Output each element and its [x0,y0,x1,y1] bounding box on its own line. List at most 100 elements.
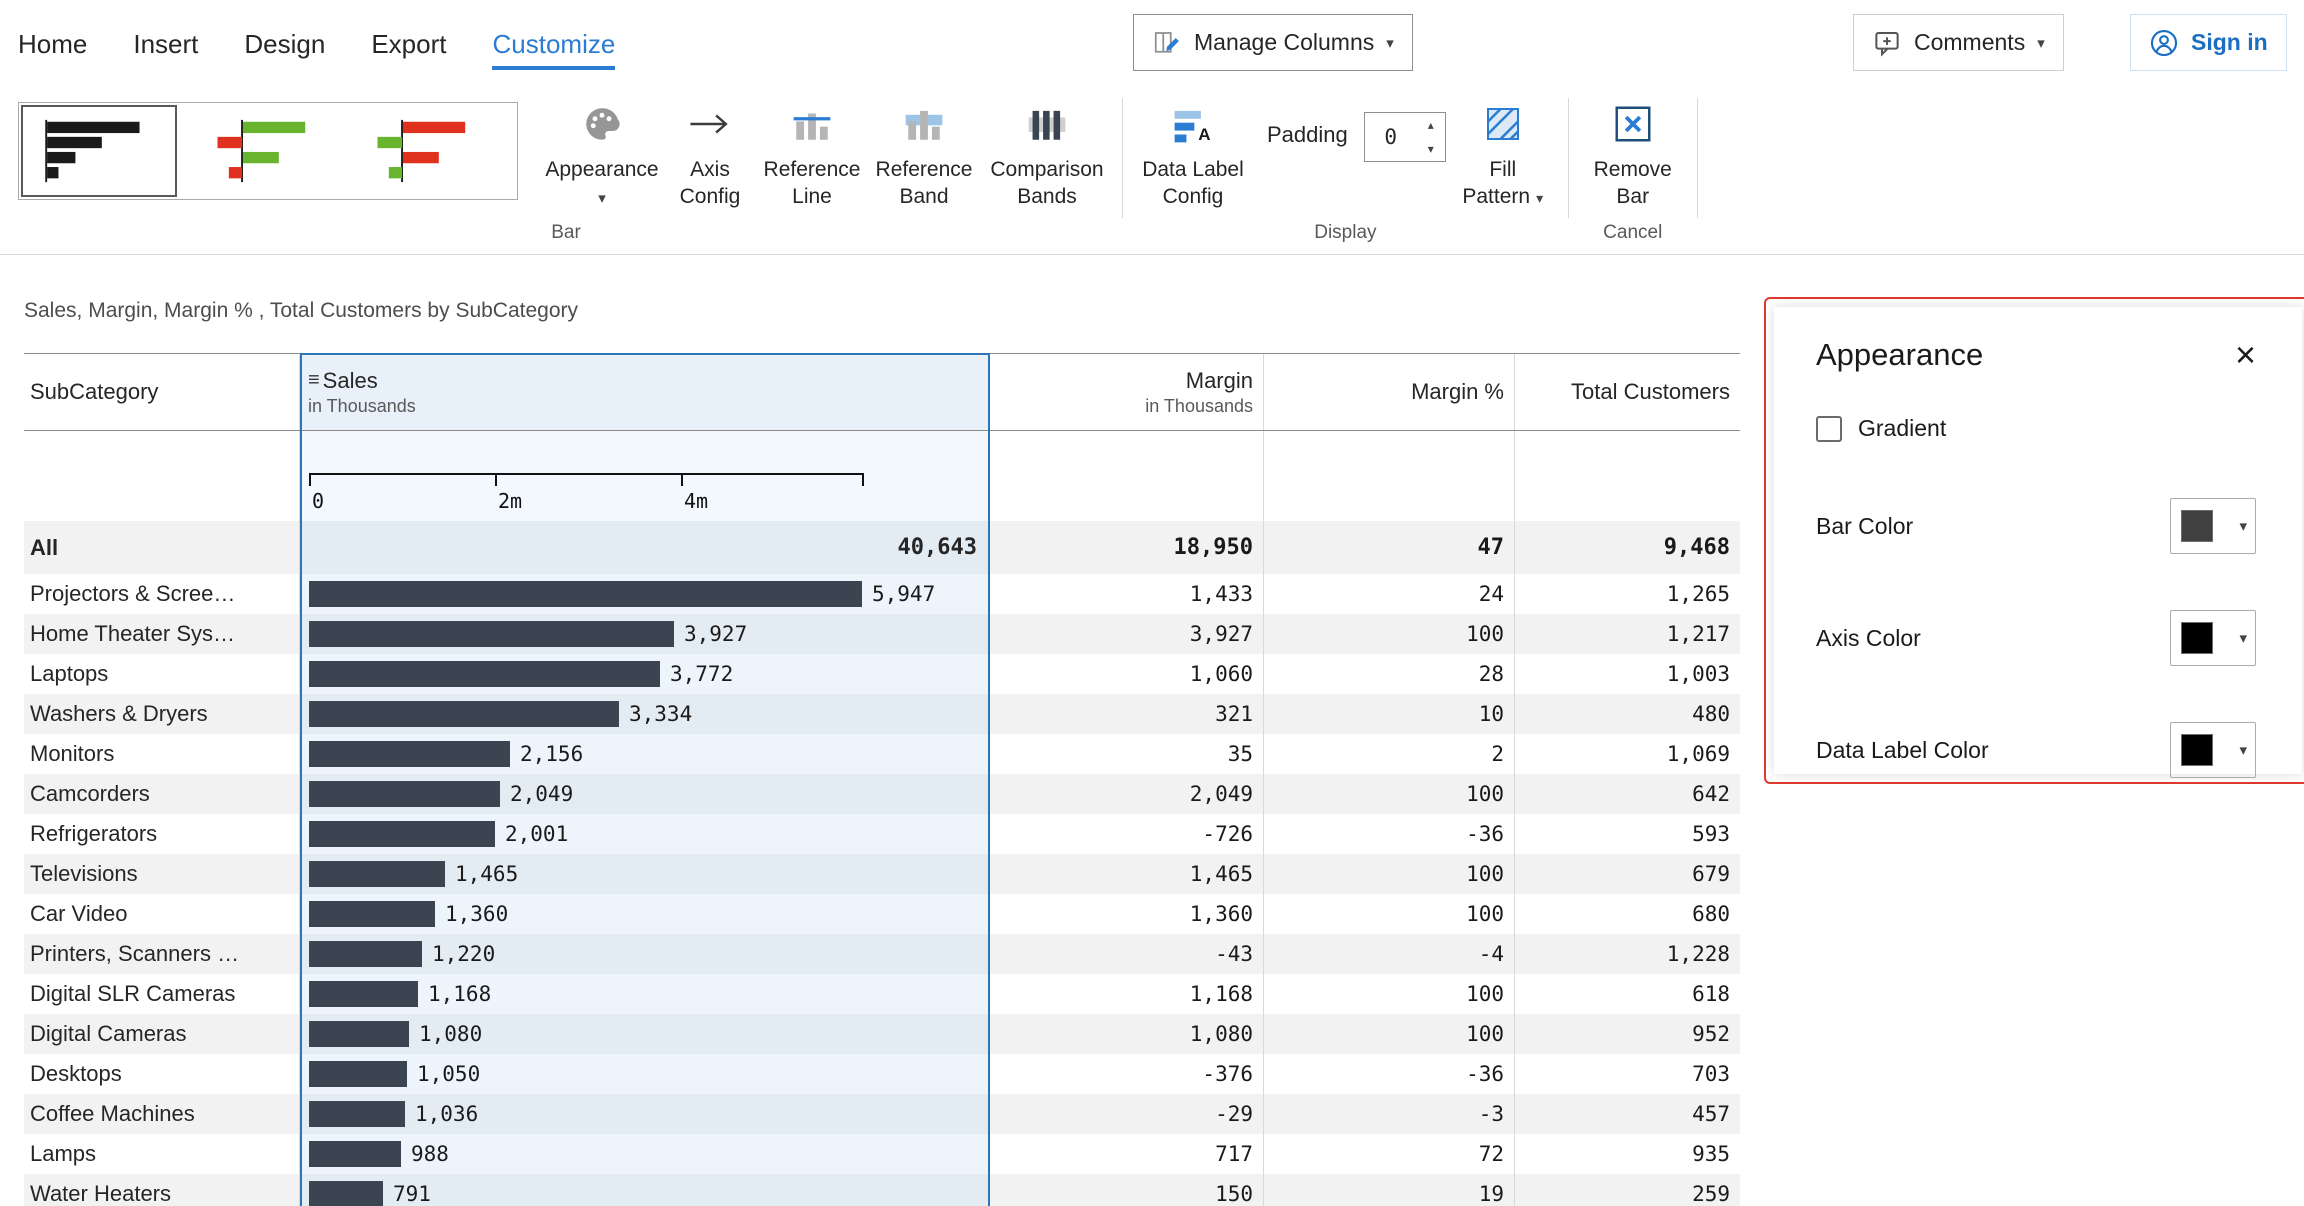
header-sales[interactable]: ≡ Sales in Thousands [300,354,990,430]
table-row[interactable]: Projectors & Scree…5,9471,433241,265 [24,574,1740,614]
header-sales-subtitle: in Thousands [308,396,989,417]
table-row[interactable]: Car Video1,3601,360100680 [24,894,1740,934]
padding-value[interactable]: 0 [1365,113,1417,161]
close-icon[interactable]: × [2235,337,2256,373]
table-row[interactable]: Refrigerators2,001-726-36593 [24,814,1740,854]
sales-cell[interactable]: 988 [300,1134,990,1174]
menu-item-customize[interactable]: Customize [492,29,615,70]
gradient-checkbox[interactable] [1816,416,1842,442]
margin-value: 150 [990,1174,1264,1206]
sales-cell[interactable]: 1,050 [300,1054,990,1094]
sales-cell[interactable]: 5,947 [300,574,990,614]
sales-bar[interactable] [309,1061,407,1087]
menu-icon[interactable]: ≡ [308,369,320,392]
sales-bar[interactable] [309,1141,401,1167]
sales-bar[interactable] [309,1101,405,1127]
sales-bar[interactable] [309,981,418,1007]
sales-value: 2,049 [510,782,573,806]
sales-bar[interactable] [309,861,445,887]
sales-bar[interactable] [309,901,435,927]
customers-value: 935 [1515,1134,1740,1174]
menu-item-home[interactable]: Home [18,29,87,70]
comments-button[interactable]: Comments ▾ [1853,14,2064,71]
sales-cell[interactable]: 3,927 [300,614,990,654]
menu-item-export[interactable]: Export [371,29,446,70]
menu-item-design[interactable]: Design [244,29,325,70]
spinner-up-icon[interactable]: ▴ [1417,113,1445,137]
gradient-option[interactable]: Gradient [1816,415,2256,442]
table-row[interactable]: Digital Cameras1,0801,080100952 [24,1014,1740,1054]
color-field-label: Bar Color [1816,513,1913,540]
reference-line-button[interactable]: Reference Line [756,100,868,210]
sales-value: 1,080 [419,1022,482,1046]
header-margin[interactable]: Margin in Thousands [990,354,1264,430]
sales-value: 791 [393,1182,431,1206]
chart-style-thumbnail-3[interactable] [339,105,499,197]
sales-value: 3,927 [684,622,747,646]
sales-bar[interactable] [309,621,674,647]
spinner-down-icon[interactable]: ▾ [1417,137,1445,161]
sales-bar[interactable] [309,701,619,727]
color-dropdown[interactable]: ▾ [2170,722,2256,778]
comparison-bands-button[interactable]: Comparison Bands [980,100,1114,210]
sales-cell[interactable]: 1,360 [300,894,990,934]
manage-columns-button[interactable]: Manage Columns ▾ [1133,14,1413,71]
menu-item-insert[interactable]: Insert [133,29,198,70]
appearance-button[interactable]: Appearance ▾ [540,100,664,212]
sales-cell[interactable]: 3,772 [300,654,990,694]
sales-cell[interactable]: 2,049 [300,774,990,814]
chart-style-thumbnail-1[interactable] [21,105,177,197]
total-row[interactable]: All 40,643 18,950 47 9,468 [24,521,1740,574]
header-subcategory[interactable]: SubCategory [24,354,300,430]
header-customers[interactable]: Total Customers [1515,354,1740,430]
fill-pattern-button[interactable]: Fill Pattern▾ [1446,100,1560,212]
sales-cell[interactable]: 1,080 [300,1014,990,1054]
table-row[interactable]: Laptops3,7721,060281,003 [24,654,1740,694]
sales-bar[interactable] [309,741,510,767]
remove-bar-button[interactable]: Remove Bar [1577,100,1689,210]
color-dropdown[interactable]: ▾ [2170,498,2256,554]
sales-cell[interactable]: 1,168 [300,974,990,1014]
header-margin-pct[interactable]: Margin % [1264,354,1515,430]
sales-bar[interactable] [309,1021,409,1047]
sales-cell[interactable]: 2,001 [300,814,990,854]
padding-spinner[interactable]: 0 ▴ ▾ [1364,112,1446,162]
color-dropdown[interactable]: ▾ [2170,610,2256,666]
sales-bar[interactable] [309,781,500,807]
table-row[interactable]: Lamps98871772935 [24,1134,1740,1174]
sales-cell[interactable]: 3,334 [300,694,990,734]
sales-bar[interactable] [309,821,495,847]
reference-band-label-1: Reference [876,156,973,183]
reference-band-button[interactable]: Reference Band [868,100,980,210]
table-row[interactable]: Printers, Scanners …1,220-43-41,228 [24,934,1740,974]
sales-cell[interactable]: 2,156 [300,734,990,774]
sales-cell[interactable]: 1,036 [300,1094,990,1134]
customers-value: 679 [1515,854,1740,894]
sales-bar[interactable] [309,1181,383,1206]
table-row[interactable]: Monitors2,1563521,069 [24,734,1740,774]
sales-cell[interactable]: 1,465 [300,854,990,894]
margin-pct-value: 24 [1264,574,1515,614]
table-row[interactable]: Washers & Dryers3,33432110480 [24,694,1740,734]
color-swatch [2181,734,2213,766]
table-row[interactable]: Digital SLR Cameras1,1681,168100618 [24,974,1740,1014]
color-swatch [2181,622,2213,654]
axis-config-button[interactable]: Axis Config [664,100,756,210]
chart-style-thumbnail-2[interactable] [179,105,339,197]
sales-bar[interactable] [309,581,862,607]
table-row[interactable]: Desktops1,050-376-36703 [24,1054,1740,1094]
ribbon: Appearance ▾ Axis Config [0,86,2304,255]
sales-bar[interactable] [309,941,422,967]
table-row[interactable]: Water Heaters79115019259 [24,1174,1740,1206]
data-label-config-button[interactable]: A Data Label Config [1131,100,1255,210]
table-row[interactable]: Home Theater Sys…3,9273,9271001,217 [24,614,1740,654]
sales-cell[interactable]: 791 [300,1174,990,1206]
margin-pct-value: 100 [1264,774,1515,814]
header-margin-subtitle: in Thousands [1145,396,1253,417]
table-row[interactable]: Televisions1,4651,465100679 [24,854,1740,894]
table-row[interactable]: Coffee Machines1,036-29-3457 [24,1094,1740,1134]
sign-in-button[interactable]: Sign in [2130,14,2287,71]
sales-cell[interactable]: 1,220 [300,934,990,974]
table-row[interactable]: Camcorders2,0492,049100642 [24,774,1740,814]
sales-bar[interactable] [309,661,660,687]
